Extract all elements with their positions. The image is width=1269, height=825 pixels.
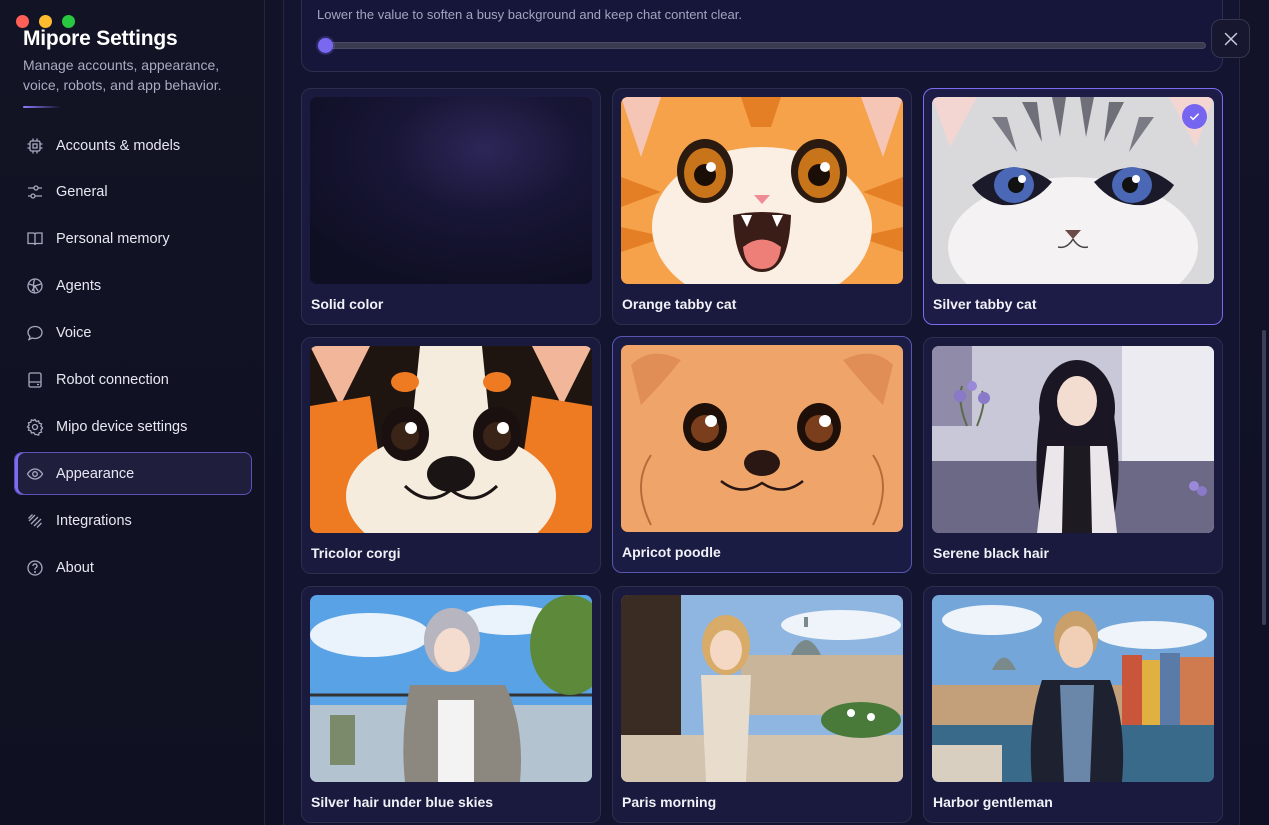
app-title: Mipore Settings <box>23 27 178 50</box>
serene-black-hair-thumbnail <box>932 346 1214 533</box>
sidebar-item-appearance[interactable]: Appearance <box>14 452 252 496</box>
background-card-label: Paris morning <box>622 794 717 810</box>
background-card-label: Silver tabby cat <box>933 296 1037 312</box>
background-card-label: Orange tabby cat <box>622 296 737 312</box>
close-window-button[interactable] <box>16 15 29 28</box>
background-card-paris-morning[interactable]: Paris morning <box>612 586 912 823</box>
sidebar-item-label: Accounts & models <box>56 137 181 154</box>
sidebar-item-label: Integrations <box>56 512 132 529</box>
sidebar-item-agents[interactable]: Agents <box>14 265 252 308</box>
chip-icon <box>26 137 44 155</box>
sidebar-item-label: Personal memory <box>56 231 170 248</box>
gear-icon <box>26 418 44 436</box>
sidebar-item-label: Mipo device settings <box>56 418 188 435</box>
background-card-orange-tabby-cat[interactable]: Orange tabby cat <box>612 88 912 325</box>
agent-icon <box>26 277 44 295</box>
sidebar-item-label: General <box>56 184 108 201</box>
silver-cat-thumbnail <box>932 97 1214 284</box>
background-card-tricolor-corgi[interactable]: Tricolor corgi <box>301 337 601 574</box>
background-card-label: Apricot poodle <box>622 544 721 560</box>
sidebar-item-label: About <box>56 559 94 576</box>
integration-icon <box>26 512 44 530</box>
corgi-thumbnail <box>310 346 592 533</box>
background-card-harbor-gentleman[interactable]: Harbor gentleman <box>923 586 1223 823</box>
harbor-gentleman-thumbnail <box>932 595 1214 782</box>
background-card-label: Silver hair under blue skies <box>311 794 494 810</box>
opacity-slider-track[interactable] <box>324 42 1206 49</box>
background-card-label: Harbor gentleman <box>933 794 1053 810</box>
background-card-label: Serene black hair <box>933 545 1049 561</box>
silver-hair-thumbnail <box>310 595 592 782</box>
close-settings-button[interactable] <box>1211 19 1250 58</box>
poodle-thumbnail <box>621 345 903 532</box>
paris-morning-thumbnail <box>621 595 903 782</box>
background-card-label: Tricolor corgi <box>311 545 401 561</box>
settings-nav: Accounts & models General Personal memor… <box>14 124 252 593</box>
sidebar-item-robot-connection[interactable]: Robot connection <box>14 358 252 401</box>
sidebar-item-mipo-device-settings[interactable]: Mipo device settings <box>14 405 252 448</box>
opacity-hint-text: Lower the value to soften a busy backgro… <box>317 7 742 22</box>
background-card-label: Solid color <box>311 296 384 312</box>
sidebar-item-label: Robot connection <box>56 371 169 388</box>
opacity-slider-thumb[interactable] <box>318 38 333 53</box>
sidebar-item-integrations[interactable]: Integrations <box>14 499 252 542</box>
sidebar-item-label: Agents <box>56 278 102 295</box>
title-accent-line <box>23 106 61 108</box>
background-card-solid-color[interactable]: Solid color <box>301 88 601 325</box>
app-subtitle: Manage accounts, appearance, voice, robo… <box>23 57 222 93</box>
sliders-icon <box>26 183 44 201</box>
close-icon <box>1222 30 1240 48</box>
sidebar-item-about[interactable]: About <box>14 546 252 589</box>
orange-cat-thumbnail <box>621 97 903 284</box>
solid-color-thumbnail <box>310 97 592 284</box>
background-card-silver-hair-under-blue-skies[interactable]: Silver hair under blue skies <box>301 586 601 823</box>
maximize-window-button[interactable] <box>62 15 75 28</box>
window-controls <box>16 15 75 28</box>
sidebar-item-general[interactable]: General <box>14 171 252 214</box>
selected-check-icon <box>1182 104 1207 129</box>
chat-bubble-icon <box>26 324 44 342</box>
sidebar: Mipore Settings Manage accounts, appeara… <box>0 0 265 825</box>
background-card-serene-black-hair[interactable]: Serene black hair <box>923 337 1223 574</box>
sidebar-item-accounts-models[interactable]: Accounts & models <box>14 124 252 167</box>
device-icon <box>26 371 44 389</box>
sidebar-item-label: Voice <box>56 325 92 342</box>
eye-icon <box>26 465 44 483</box>
background-card-apricot-poodle[interactable]: Apricot poodle <box>612 336 912 573</box>
background-card-silver-tabby-cat[interactable]: Silver tabby cat <box>923 88 1223 325</box>
book-icon <box>26 230 44 248</box>
help-icon <box>26 559 44 577</box>
sidebar-item-label: Appearance <box>56 465 135 482</box>
sidebar-item-personal-memory[interactable]: Personal memory <box>14 218 252 261</box>
content-scrollbar[interactable] <box>1262 330 1266 625</box>
sidebar-item-voice[interactable]: Voice <box>14 312 252 355</box>
minimize-window-button[interactable] <box>39 15 52 28</box>
